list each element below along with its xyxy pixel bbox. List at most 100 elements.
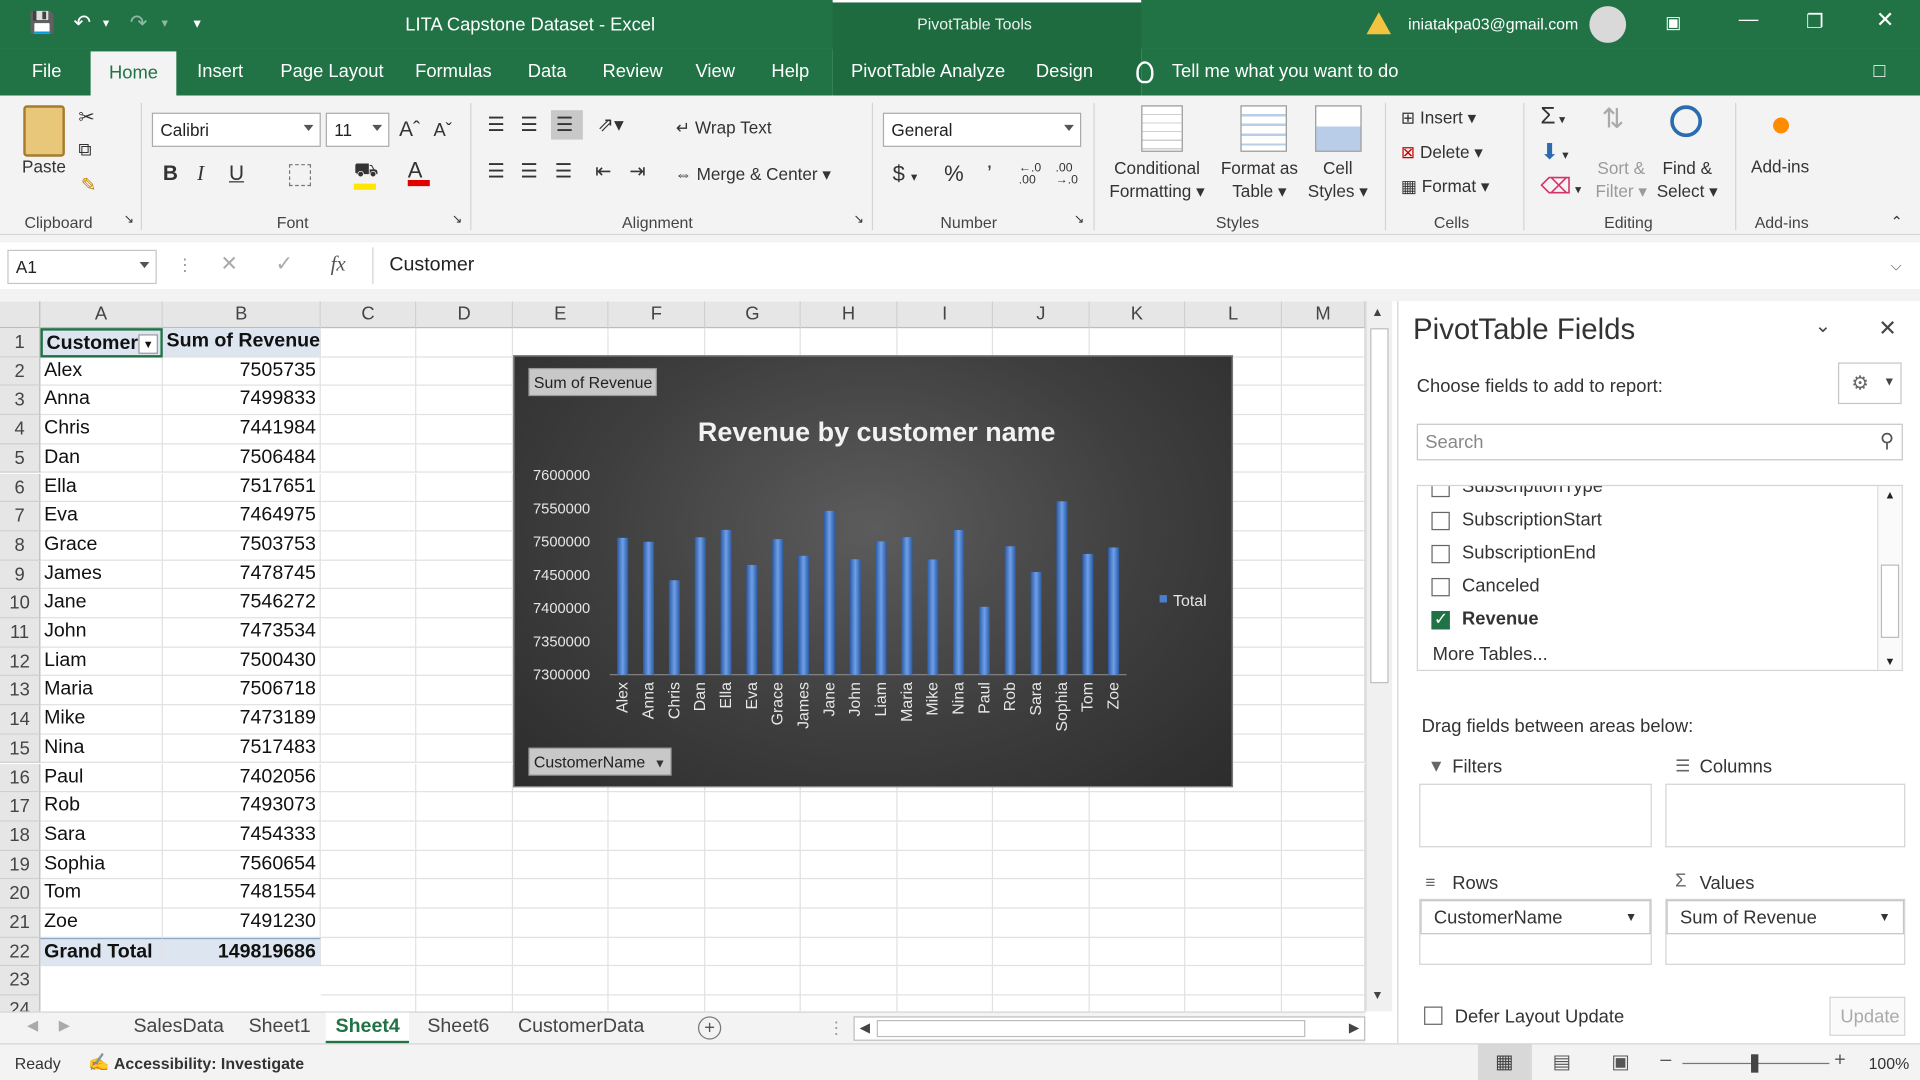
row-header-12[interactable]: 12	[0, 647, 41, 677]
expand-formula-bar-icon[interactable]: ⌵	[1891, 257, 1902, 275]
row-header-16[interactable]: 16	[0, 763, 41, 793]
cell[interactable]	[320, 560, 417, 590]
row-header-7[interactable]: 7	[0, 502, 41, 532]
cell[interactable]	[993, 850, 1090, 880]
cell[interactable]	[1282, 531, 1366, 561]
row-header-10[interactable]: 10	[0, 589, 41, 619]
field-checkbox[interactable]	[1431, 511, 1450, 531]
cell[interactable]	[513, 966, 609, 996]
cell[interactable]	[1282, 966, 1366, 996]
row-header-6[interactable]: 6	[0, 473, 41, 503]
pivot-row-customer[interactable]: Liam	[40, 647, 163, 677]
insert-function-icon[interactable]: fx	[331, 252, 346, 276]
bar-grace[interactable]	[772, 539, 784, 675]
bar-anna[interactable]	[643, 541, 655, 675]
bar-tom[interactable]	[1082, 553, 1094, 675]
pivot-row-customer[interactable]: Anna	[40, 386, 163, 416]
alignment-launcher-icon[interactable]: ↘	[853, 213, 863, 226]
italic-button[interactable]: I	[197, 162, 204, 186]
page-break-view-icon[interactable]: ▣	[1611, 1049, 1630, 1073]
cell[interactable]	[416, 328, 514, 358]
cell[interactable]	[608, 821, 706, 851]
format-painter-icon[interactable]: ✎	[81, 174, 96, 196]
cell[interactable]	[416, 589, 514, 619]
cell[interactable]	[705, 328, 801, 358]
tab-review[interactable]: Review	[602, 61, 662, 82]
align-center-icon[interactable]: ☰	[520, 159, 538, 183]
column-header-h[interactable]: H	[800, 301, 898, 329]
pivot-row-revenue[interactable]: 7478745	[162, 560, 321, 590]
horizontal-scrollbar[interactable]: ◀ ▶	[853, 1016, 1366, 1041]
cell[interactable]	[513, 937, 609, 967]
cell[interactable]	[608, 966, 706, 996]
cell[interactable]	[608, 792, 706, 822]
cell[interactable]	[800, 850, 898, 880]
pivot-row-customer[interactable]: Jane	[40, 589, 163, 619]
cut-icon[interactable]: ✂	[78, 105, 94, 129]
cell[interactable]	[513, 995, 609, 1012]
tab-design[interactable]: Design	[1036, 61, 1093, 82]
cell[interactable]	[513, 821, 609, 851]
cell[interactable]	[705, 966, 801, 996]
bar-rob[interactable]	[1004, 546, 1016, 675]
tab-view[interactable]: View	[696, 61, 735, 82]
cell[interactable]	[1089, 328, 1186, 358]
cell[interactable]	[513, 908, 609, 938]
bar-maria[interactable]	[901, 537, 913, 675]
cell[interactable]	[705, 879, 801, 909]
pivot-row-revenue[interactable]: 7505735	[162, 357, 321, 387]
pivot-row-customer[interactable]: Maria	[40, 676, 163, 706]
scroll-thumb[interactable]	[1370, 328, 1389, 684]
vertical-scrollbar[interactable]: ▲ ▼	[1365, 301, 1393, 1012]
values-field-sum-of-revenue[interactable]: Sum of Revenue ▼	[1666, 900, 1905, 935]
pivot-row-customer[interactable]: John	[40, 618, 163, 648]
cell[interactable]	[416, 647, 514, 677]
add-sheet-icon[interactable]: +	[697, 1016, 722, 1040]
format-cells-button[interactable]: ▦ Format ▾	[1401, 176, 1490, 197]
fill-icon[interactable]: ⬇ ▾	[1540, 140, 1568, 166]
bar-mike[interactable]	[927, 559, 939, 675]
paste-icon[interactable]	[23, 105, 65, 157]
cell[interactable]	[1282, 995, 1366, 1012]
cell[interactable]	[1282, 676, 1366, 706]
field-label[interactable]: Canceled	[1462, 576, 1540, 597]
decrease-indent-icon[interactable]: ⇤	[595, 159, 611, 183]
increase-decimal-button[interactable]: ←.0 .00	[1019, 162, 1051, 187]
pivot-row-customer[interactable]: Grace	[40, 531, 163, 561]
underline-button[interactable]: U	[229, 162, 244, 186]
row-header-11[interactable]: 11	[0, 618, 41, 648]
column-header-f[interactable]: F	[608, 301, 706, 329]
row-header-17[interactable]: 17	[0, 792, 41, 822]
pane-close-icon[interactable]: ✕	[1878, 316, 1896, 342]
add-ins-icon[interactable]	[1773, 117, 1789, 134]
cell[interactable]	[1282, 473, 1366, 503]
grand-total-label[interactable]: Grand Total	[40, 937, 163, 967]
cell[interactable]	[993, 879, 1090, 909]
font-launcher-icon[interactable]: ↘	[452, 213, 462, 226]
cell[interactable]	[1089, 821, 1186, 851]
pivot-row-customer[interactable]: Chris	[40, 415, 163, 445]
comments-icon[interactable]: □	[1873, 61, 1885, 83]
pivot-row-revenue[interactable]: 7402056	[162, 763, 321, 793]
field-checkbox[interactable]	[1431, 577, 1450, 597]
field-scroll-thumb[interactable]	[1880, 564, 1900, 638]
tell-me-search[interactable]: Tell me what you want to do	[1172, 61, 1399, 82]
bar-paul[interactable]	[978, 606, 990, 675]
cell[interactable]	[320, 357, 417, 387]
field-checkbox[interactable]: ✓	[1431, 609, 1450, 630]
cell[interactable]	[320, 647, 417, 677]
pivot-row-revenue[interactable]: 7441984	[162, 415, 321, 445]
cell[interactable]	[320, 386, 417, 416]
formula-input[interactable]: Customer	[372, 247, 1912, 285]
filters-area[interactable]	[1419, 783, 1652, 848]
cell[interactable]	[897, 328, 994, 358]
bar-chris[interactable]	[668, 580, 680, 675]
cell[interactable]	[1185, 850, 1283, 880]
cell[interactable]	[705, 995, 801, 1012]
pivot-row-revenue[interactable]: 7503753	[162, 531, 321, 561]
field-checkbox[interactable]	[1431, 486, 1450, 498]
sheet-tab-salesdata[interactable]: SalesData	[133, 1016, 223, 1038]
field-label[interactable]: SubscriptionStart	[1462, 509, 1602, 530]
pivot-row-revenue[interactable]: 7493073	[162, 792, 321, 822]
rows-area[interactable]: CustomerName ▼	[1419, 898, 1652, 965]
